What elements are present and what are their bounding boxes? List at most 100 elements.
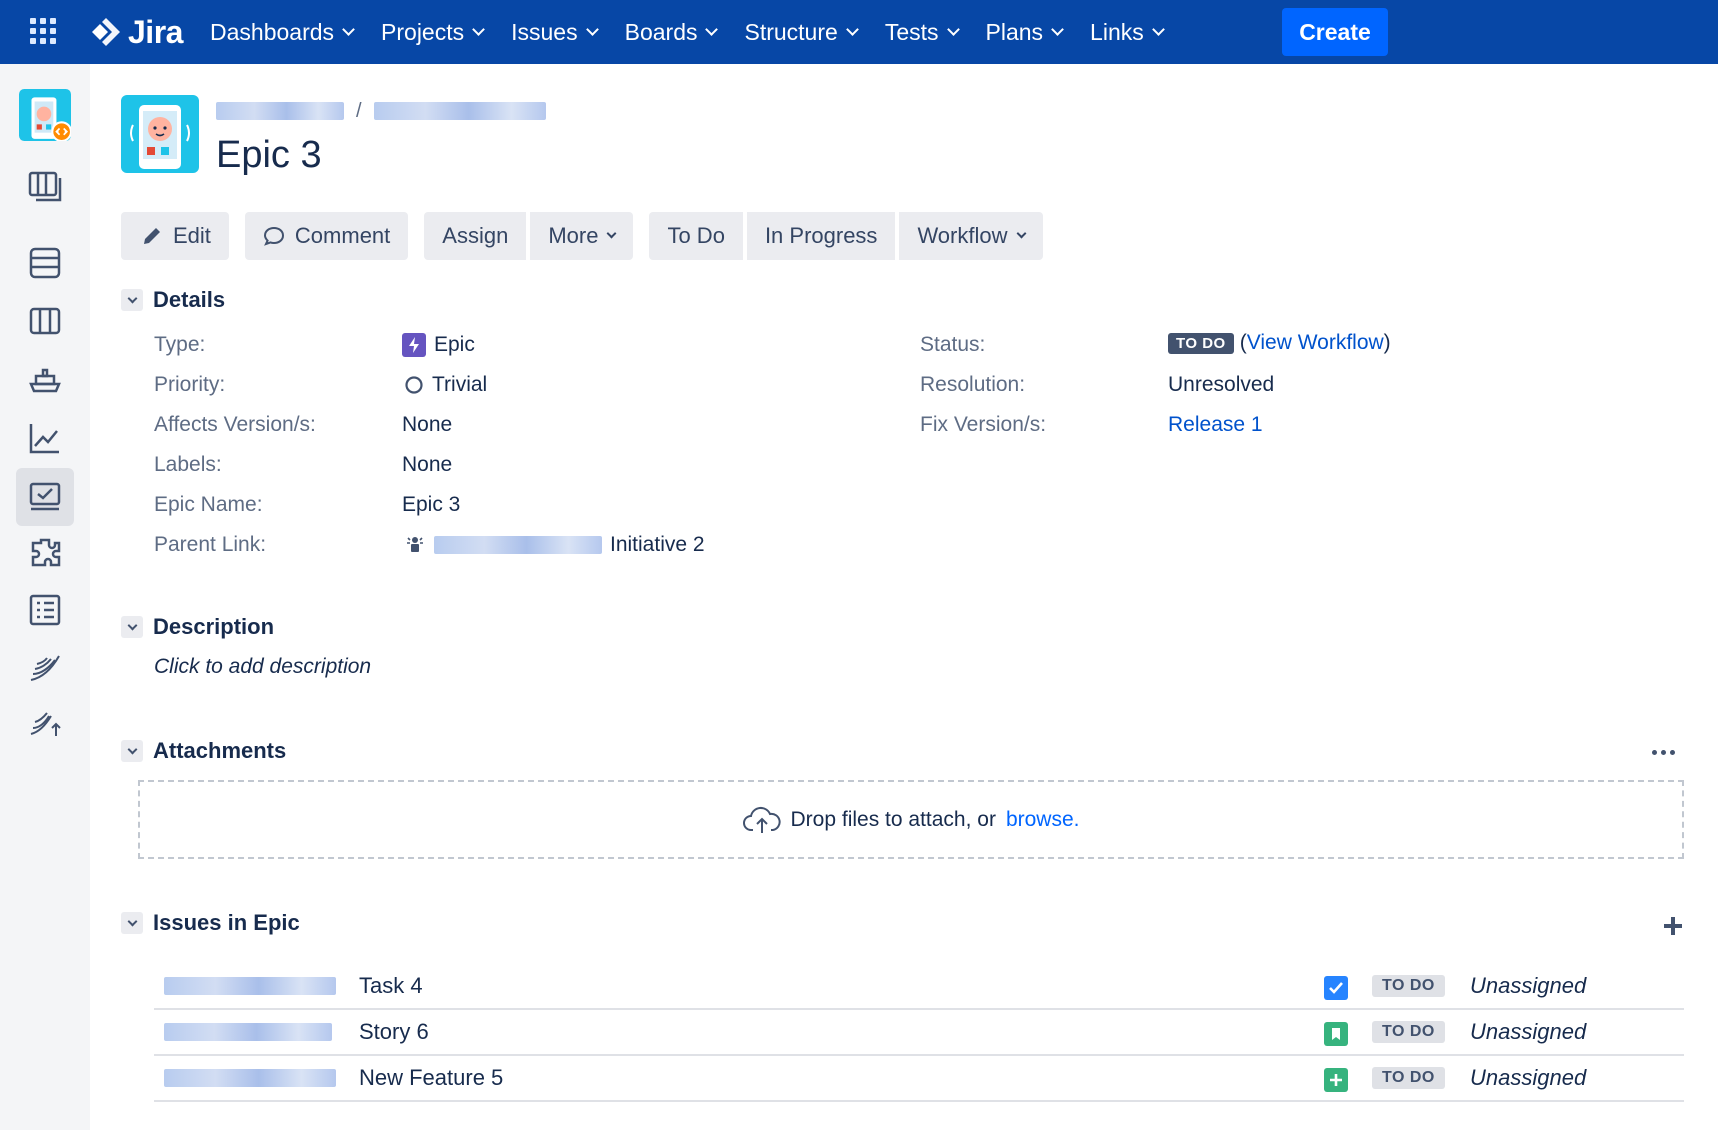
nav-label: Tests xyxy=(884,18,939,45)
type-label: Type: xyxy=(154,333,206,356)
chevron-down-icon xyxy=(705,23,719,36)
nav-label: Structure xyxy=(744,18,838,45)
jira-logo[interactable]: Jira xyxy=(90,14,183,50)
wing-icon[interactable] xyxy=(16,639,74,697)
reports-icon[interactable] xyxy=(16,409,74,467)
assign-button[interactable]: Assign xyxy=(424,212,527,260)
parent-link-value[interactable]: Initiative 2 xyxy=(404,533,705,557)
attachments-section-header: Attachments xyxy=(121,737,286,765)
workflow-button[interactable]: Workflow xyxy=(899,212,1043,260)
table-row[interactable]: Task 4 TO DO Unassigned xyxy=(154,964,1684,1010)
issue-summary[interactable]: New Feature 5 xyxy=(359,1065,503,1091)
chevron-down-icon xyxy=(585,23,599,36)
columns-icon[interactable] xyxy=(16,292,74,350)
add-ons-icon[interactable] xyxy=(16,524,74,582)
issue-assignee: Unassigned xyxy=(1470,973,1587,998)
fix-versions-value[interactable]: Release 1 xyxy=(1168,413,1263,437)
description-section-header: Description xyxy=(121,613,274,641)
backlog-icon[interactable] xyxy=(16,157,74,215)
comment-button[interactable]: Comment xyxy=(244,212,409,260)
more-label: More xyxy=(548,223,599,248)
dropzone-text: Drop files to attach, or xyxy=(790,807,996,831)
chevron-down-icon xyxy=(472,23,485,36)
issue-key[interactable] xyxy=(164,1023,332,1041)
board-icon[interactable] xyxy=(16,234,74,292)
initiative-icon xyxy=(407,537,423,552)
details-toggle[interactable] xyxy=(121,289,143,311)
app-switcher-icon[interactable] xyxy=(30,18,58,46)
details-heading: Details xyxy=(153,287,226,312)
issue-title[interactable]: Epic 3 xyxy=(216,134,322,177)
parent-issue-key[interactable] xyxy=(434,536,602,554)
nav-boards[interactable]: Boards xyxy=(611,0,731,64)
chevron-down-icon xyxy=(1151,23,1165,36)
nav-issues[interactable]: Issues xyxy=(497,0,610,64)
issues-icon[interactable] xyxy=(16,468,74,526)
epic-icon xyxy=(402,333,426,357)
resolution-value: Unresolved xyxy=(1168,373,1275,396)
chevron-down-icon xyxy=(127,744,137,754)
issue-assignee: Unassigned xyxy=(1470,1065,1587,1090)
labels-value[interactable]: None xyxy=(402,453,452,477)
chevron-down-icon xyxy=(946,23,960,36)
epic-name-value[interactable]: Epic 3 xyxy=(402,493,460,517)
wing-upload-icon[interactable] xyxy=(16,693,74,751)
breadcrumb-project-link[interactable] xyxy=(216,102,344,120)
in-progress-button[interactable]: In Progress xyxy=(746,212,896,260)
nav-label: Issues xyxy=(511,18,578,45)
comment-icon xyxy=(263,226,284,246)
test-plan-icon[interactable] xyxy=(16,581,74,639)
description-toggle[interactable] xyxy=(121,616,143,638)
breadcrumb: / xyxy=(216,98,546,124)
nav-label: Plans xyxy=(985,18,1044,45)
more-button[interactable]: More xyxy=(530,212,634,260)
nav-dashboards[interactable]: Dashboards xyxy=(196,0,367,64)
create-button[interactable]: Create xyxy=(1282,8,1388,56)
issue-summary[interactable]: Task 4 xyxy=(359,973,423,999)
issue-summary[interactable]: Story 6 xyxy=(359,1019,429,1045)
description-placeholder[interactable]: Click to add description xyxy=(154,655,371,679)
breadcrumb-issue-key[interactable] xyxy=(373,102,546,120)
project-avatar-sidebar[interactable] xyxy=(16,86,74,144)
table-row[interactable]: New Feature 5 TO DO Unassigned xyxy=(154,1056,1684,1102)
task-icon xyxy=(1324,976,1348,1000)
paren-open: ( xyxy=(1239,331,1247,354)
comment-label: Comment xyxy=(294,223,391,248)
nav-plans[interactable]: Plans xyxy=(972,0,1077,64)
nav-links[interactable]: Links xyxy=(1076,0,1177,64)
add-issue-icon[interactable] xyxy=(1661,914,1685,938)
edit-button[interactable]: Edit xyxy=(121,212,229,260)
releases-icon[interactable] xyxy=(16,351,74,409)
new-feature-icon xyxy=(1324,1068,1348,1092)
issue-key[interactable] xyxy=(164,977,336,995)
project-avatar[interactable] xyxy=(121,95,199,173)
parent-link-label: Parent Link: xyxy=(154,533,267,556)
issue-status-lozenge: TO DO xyxy=(1372,1021,1445,1043)
attachment-dropzone[interactable]: Drop files to attach, or browse. xyxy=(138,780,1684,859)
nav-projects[interactable]: Projects xyxy=(367,0,497,64)
assign-more-group: Assign More xyxy=(424,212,634,260)
to-do-button[interactable]: To Do xyxy=(649,212,743,260)
browse-link[interactable]: browse. xyxy=(1006,808,1080,832)
view-workflow-link[interactable]: View Workflow xyxy=(1247,331,1384,354)
labels-label: Labels: xyxy=(154,453,222,476)
priority-trivial-icon xyxy=(405,376,423,394)
table-row[interactable]: Story 6 TO DO Unassigned xyxy=(154,1010,1684,1056)
project-sidebar xyxy=(0,64,90,1130)
story-icon xyxy=(1324,1022,1348,1046)
attachments-toggle[interactable] xyxy=(121,740,143,762)
chevron-down-icon xyxy=(1016,228,1026,239)
jira-logo-text: Jira xyxy=(128,13,183,50)
type-text: Epic xyxy=(434,333,475,356)
attachments-more-icon[interactable] xyxy=(1652,742,1678,762)
issues-in-epic-toggle[interactable] xyxy=(121,912,143,934)
top-navigation: Jira Dashboards Projects Issues Boards S… xyxy=(0,0,1718,64)
nav-label: Dashboards xyxy=(210,18,335,45)
issue-key[interactable] xyxy=(164,1069,336,1087)
chevron-down-icon xyxy=(127,916,137,926)
issue-toolbar: Edit Comment Assign More To Do In Progre… xyxy=(121,212,1059,260)
nav-tests[interactable]: Tests xyxy=(871,0,972,64)
nav-structure[interactable]: Structure xyxy=(730,0,870,64)
chevron-down-icon xyxy=(845,23,859,36)
priority-value: Trivial xyxy=(404,373,487,397)
